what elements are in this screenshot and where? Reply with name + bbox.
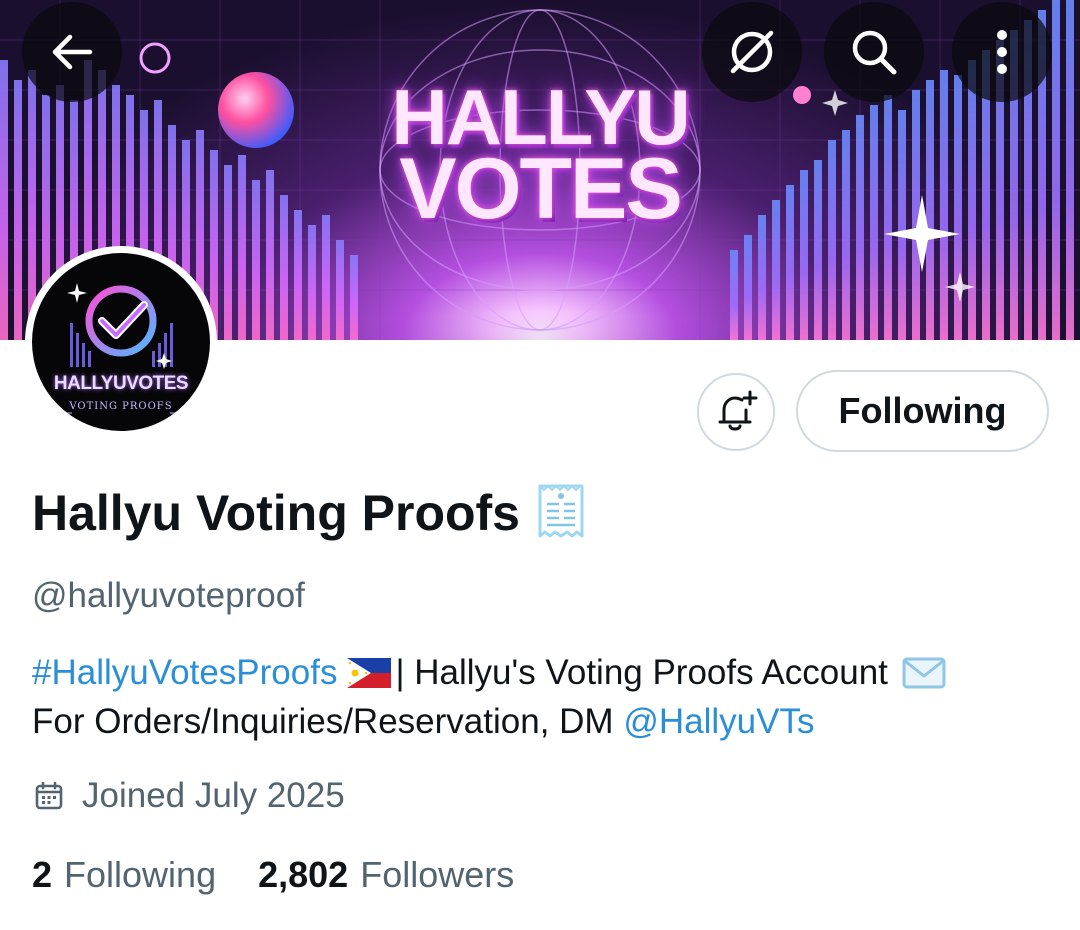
avatar-text-main: HALLYUVOTES bbox=[53, 373, 189, 394]
grok-button[interactable] bbox=[702, 2, 802, 102]
more-vertical-icon bbox=[997, 30, 1007, 74]
grok-icon bbox=[730, 30, 774, 74]
bio-mention-link[interactable]: @HallyuVTs bbox=[623, 702, 814, 741]
joined-text: Joined July 2025 bbox=[82, 776, 345, 815]
bio-text-line1: | Hallyu's Voting Proofs Account bbox=[395, 653, 888, 692]
following-label: Following bbox=[64, 854, 217, 895]
banner-title-line2: VOTES bbox=[399, 141, 683, 237]
avatar-image: HALLYUVOTES VOTING PROOFS bbox=[32, 253, 210, 431]
bio-hashtag-link[interactable]: #HallyuVotesProofs bbox=[32, 653, 337, 692]
followers-stat-link[interactable]: 2,802 Followers bbox=[258, 854, 514, 896]
back-button[interactable] bbox=[22, 2, 122, 102]
philippines-flag-icon bbox=[347, 658, 392, 688]
followers-label: Followers bbox=[360, 854, 515, 895]
joined-date: Joined July 2025 bbox=[34, 776, 345, 816]
following-count: 2 bbox=[32, 854, 53, 895]
following-button[interactable]: Following bbox=[796, 370, 1049, 452]
following-stat-link[interactable]: 2 Following bbox=[32, 854, 216, 896]
avatar-text-sub: VOTING PROOFS bbox=[69, 401, 173, 412]
display-name-text: Hallyu Voting Proofs bbox=[32, 485, 520, 541]
arrow-left-icon bbox=[52, 34, 93, 70]
username-handle: @hallyuvoteproof bbox=[32, 576, 305, 615]
display-name: Hallyu Voting Proofs bbox=[32, 484, 588, 542]
calendar-icon bbox=[35, 781, 63, 810]
followers-count: 2,802 bbox=[258, 854, 349, 895]
receipt-icon bbox=[538, 484, 584, 538]
follow-stats: 2 Following 2,802 Followers bbox=[32, 854, 514, 896]
search-button[interactable] bbox=[824, 2, 924, 102]
envelope-icon bbox=[902, 657, 946, 689]
profile-bio: #HallyuVotesProofs | Hallyu's Voting Pro… bbox=[32, 648, 1052, 746]
notifications-button[interactable] bbox=[697, 373, 775, 451]
avatar[interactable]: HALLYUVOTES VOTING PROOFS bbox=[25, 246, 217, 438]
bio-text-line2: For Orders/Inquiries/Reservation, DM bbox=[32, 702, 614, 741]
more-button[interactable] bbox=[952, 2, 1052, 102]
bell-plus-icon bbox=[718, 390, 758, 431]
search-icon bbox=[852, 30, 897, 75]
